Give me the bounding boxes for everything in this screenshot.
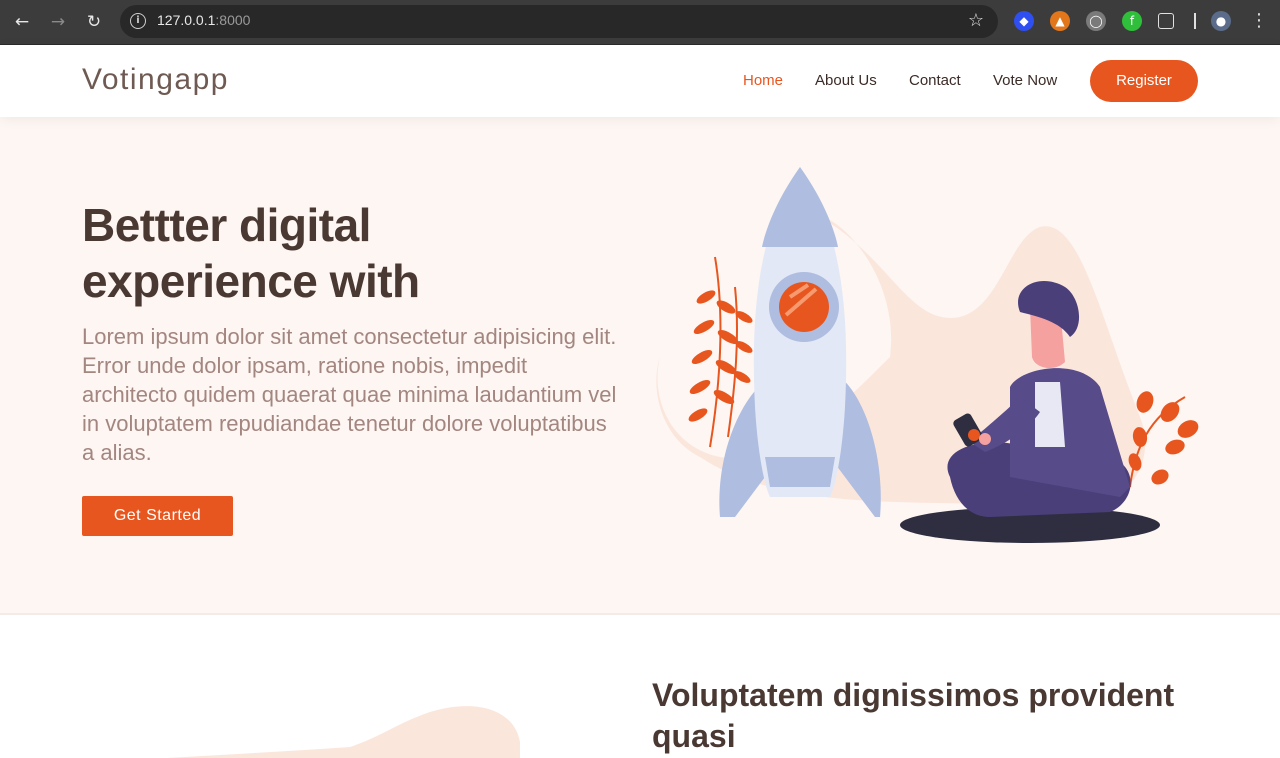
- hero-description: Lorem ipsum dolor sit amet consectetur a…: [82, 324, 617, 465]
- browser-menu-icon[interactable]: ⋮: [1250, 10, 1268, 31]
- shield-extension-icon[interactable]: ◆: [1014, 11, 1034, 31]
- fox-extension-icon[interactable]: ▲: [1050, 11, 1070, 31]
- address-bar[interactable]: i 127.0.0.1:8000 ☆: [120, 5, 998, 38]
- browser-toolbar: ← → ↻ i 127.0.0.1:8000 ☆ ◆ ▲ ◯ f ● ⋮: [0, 0, 1280, 45]
- hero-title: Bettter digital experience with: [82, 199, 420, 307]
- features-section: Voluptatem dignissimos provident quasi: [0, 617, 1280, 758]
- section-illustration-blob: [167, 706, 520, 758]
- rocket-icon: [719, 167, 881, 517]
- forward-icon[interactable]: →: [47, 11, 69, 33]
- nav-home[interactable]: Home: [743, 72, 783, 89]
- extensions-puzzle-icon[interactable]: [1158, 13, 1174, 29]
- profile-avatar[interactable]: ●: [1211, 11, 1231, 31]
- toolbar-separator: [1194, 13, 1196, 29]
- rocket-illustration: [656, 167, 1199, 543]
- reload-icon[interactable]: ↻: [83, 11, 105, 33]
- register-button[interactable]: Register: [1090, 60, 1198, 102]
- site-info-icon[interactable]: i: [130, 13, 146, 29]
- nav-contact[interactable]: Contact: [909, 72, 961, 89]
- bookmark-star-icon[interactable]: ☆: [968, 10, 984, 31]
- url-host: 127.0.0.1: [157, 12, 216, 28]
- site-logo[interactable]: Votingapp: [82, 63, 229, 97]
- url-text[interactable]: 127.0.0.1:8000: [157, 12, 250, 28]
- section-title: Voluptatem dignissimos provident quasi: [652, 677, 1175, 754]
- back-icon[interactable]: ←: [11, 11, 33, 33]
- site-header: Votingapp Home About Us Contact Vote Now…: [0, 45, 1280, 117]
- globe-extension-icon[interactable]: ◯: [1086, 11, 1106, 31]
- nav-about[interactable]: About Us: [815, 72, 877, 89]
- get-started-button[interactable]: Get Started: [82, 496, 233, 536]
- hero-section: Bettter digital experience with Lorem ip…: [0, 117, 1280, 615]
- green-extension-icon[interactable]: f: [1122, 11, 1142, 31]
- nav-vote-now[interactable]: Vote Now: [993, 72, 1057, 89]
- url-port: :8000: [215, 12, 251, 28]
